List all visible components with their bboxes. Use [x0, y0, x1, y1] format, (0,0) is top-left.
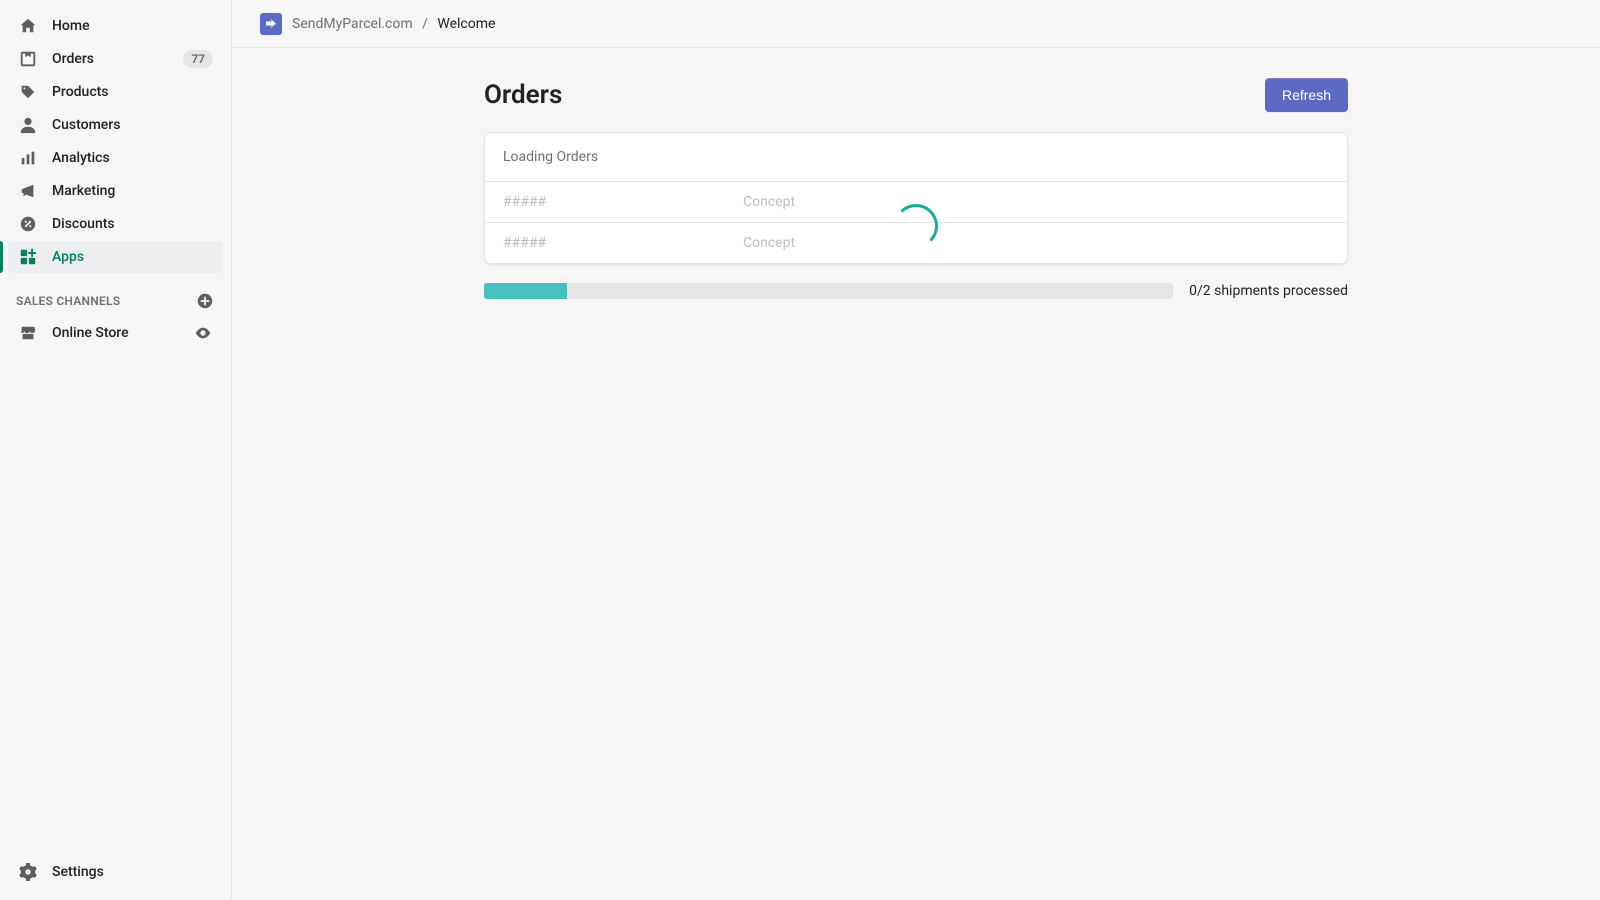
progress-bar: [484, 283, 1173, 299]
progress-row: 0/2 shipments processed: [484, 283, 1348, 299]
channel-label: Online Store: [52, 325, 193, 341]
sidebar-item-label: Discounts: [52, 216, 213, 232]
page-header: Orders Refresh: [484, 78, 1348, 112]
orders-count-badge: 77: [183, 50, 213, 68]
add-channel-button[interactable]: [195, 291, 215, 311]
section-header-label: SALES CHANNELS: [16, 294, 120, 308]
orders-icon: [18, 49, 38, 69]
analytics-icon: [18, 148, 38, 168]
refresh-button[interactable]: Refresh: [1265, 78, 1348, 112]
customers-icon: [18, 115, 38, 135]
orders-card: Loading Orders ##### Concept ##### Conce…: [484, 132, 1348, 265]
order-status: Concept: [743, 235, 795, 251]
breadcrumb-app[interactable]: SendMyParcel.com: [292, 16, 413, 32]
home-icon: [18, 16, 38, 36]
breadcrumb: SendMyParcel.com / Welcome: [292, 16, 495, 32]
sidebar-item-analytics[interactable]: Analytics: [8, 142, 223, 174]
marketing-icon: [18, 181, 38, 201]
app-logo-icon: [260, 13, 282, 35]
sidebar-item-settings[interactable]: Settings: [0, 852, 231, 900]
sidebar-item-orders[interactable]: Orders 77: [8, 43, 223, 75]
order-id: #####: [503, 194, 743, 210]
main-area: SendMyParcel.com / Welcome Orders Refres…: [232, 0, 1600, 900]
channel-online-store[interactable]: Online Store: [8, 317, 223, 349]
sidebar-item-label: Marketing: [52, 183, 213, 199]
sidebar-item-label: Home: [52, 18, 213, 34]
page-content: Orders Refresh Loading Orders ##### Conc…: [456, 48, 1376, 329]
plus-circle-icon: [196, 292, 214, 310]
sidebar-item-apps[interactable]: Apps: [8, 241, 223, 273]
sidebar-item-label: Apps: [52, 249, 213, 265]
sidebar: Home Orders 77 Products Customers: [0, 0, 232, 900]
eye-icon: [194, 324, 212, 342]
sidebar-item-label: Analytics: [52, 150, 213, 166]
products-icon: [18, 82, 38, 102]
settings-label: Settings: [52, 864, 104, 880]
order-status: Concept: [743, 194, 795, 210]
nav-primary: Home Orders 77 Products Customers: [0, 10, 231, 273]
topbar: SendMyParcel.com / Welcome: [232, 0, 1600, 48]
apps-icon: [18, 247, 38, 267]
sidebar-item-customers[interactable]: Customers: [8, 109, 223, 141]
page-title: Orders: [484, 80, 562, 110]
progress-fill: [484, 283, 567, 299]
sales-channels-header: SALES CHANNELS: [0, 273, 231, 317]
sidebar-item-label: Orders: [52, 51, 183, 67]
order-id: #####: [503, 235, 743, 251]
progress-label: 0/2 shipments processed: [1189, 283, 1348, 299]
gear-icon: [18, 862, 38, 882]
breadcrumb-current: Welcome: [437, 16, 495, 32]
card-header: Loading Orders: [485, 133, 1347, 182]
sidebar-item-home[interactable]: Home: [8, 10, 223, 42]
store-icon: [18, 323, 38, 343]
sidebar-item-products[interactable]: Products: [8, 76, 223, 108]
order-row: ##### Concept: [485, 182, 1347, 223]
sidebar-item-label: Customers: [52, 117, 213, 133]
order-row: ##### Concept: [485, 223, 1347, 264]
sidebar-item-label: Products: [52, 84, 213, 100]
breadcrumb-separator: /: [422, 16, 428, 32]
sidebar-item-marketing[interactable]: Marketing: [8, 175, 223, 207]
discounts-icon: [18, 214, 38, 234]
view-store-button[interactable]: [193, 323, 213, 343]
sidebar-item-discounts[interactable]: Discounts: [8, 208, 223, 240]
